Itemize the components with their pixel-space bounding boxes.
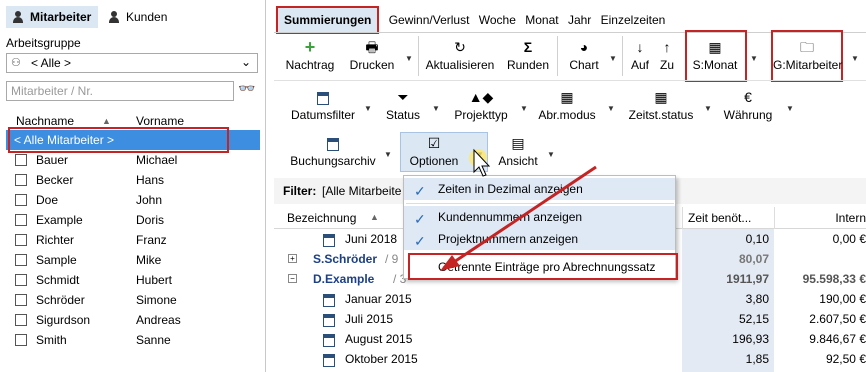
annotation-overlay <box>440 148 597 271</box>
arrow-head <box>440 255 460 271</box>
mouse-cursor-icon <box>469 148 491 177</box>
annotation-arrow <box>453 165 597 264</box>
